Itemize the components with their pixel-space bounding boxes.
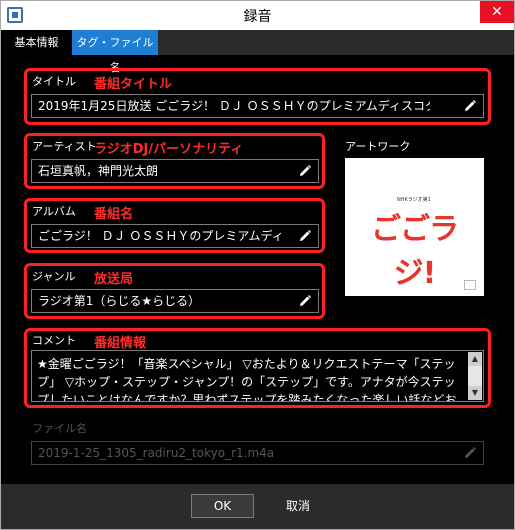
image-icon[interactable]	[464, 280, 476, 290]
artwork-logo: NHKラジオ第1 ごごラジ!	[351, 197, 478, 291]
artwork-image[interactable]: NHKラジオ第1 ごごラジ!	[345, 158, 484, 296]
pencil-icon[interactable]	[298, 229, 312, 243]
scroll-down-icon[interactable]: ▼	[468, 386, 482, 400]
artist-value: 石垣真帆，神門光太朗	[38, 164, 159, 178]
title-bar: 録音 ✕	[1, 1, 514, 30]
close-button[interactable]: ✕	[480, 1, 514, 23]
genre-input[interactable]: ラジオ第1（らじる★らじる）	[31, 289, 319, 313]
annotation-title: 番組タイトル	[94, 77, 173, 92]
pencil-icon[interactable]	[298, 164, 312, 178]
filename-value: 2019-1-25_1305_radiru2_tokyo_r1.m4a	[38, 446, 275, 460]
recording-dialog: 録音 ✕ 基本情報 タグ・ファイル名 タイトル 番組タイトル 2019年1月25…	[0, 0, 515, 530]
annotation-album: 番組名	[94, 207, 134, 222]
artist-input[interactable]: 石垣真帆，神門光太朗	[31, 159, 319, 183]
pencil-icon	[463, 446, 477, 460]
tab-tags-filename[interactable]: タグ・ファイル名	[72, 30, 158, 74]
genre-value: ラジオ第1（らじる★らじる）	[38, 294, 201, 308]
artwork-label: アートワーク	[345, 140, 411, 153]
title-label: タイトル	[32, 75, 76, 88]
comment-textarea[interactable]: ★金曜ごごラジ！「音楽スペシャル」 ▽おたより＆リクエストテーマ「ステップ」 ▽…	[31, 350, 484, 402]
cancel-button[interactable]: 取消	[273, 494, 323, 518]
annotation-comment: 番組情報	[94, 336, 147, 351]
comment-label: コメント	[32, 334, 76, 347]
annotation-artist: ラジオDJ/パーソナリティ	[94, 142, 244, 157]
genre-label: ジャンル	[32, 270, 76, 283]
artwork-logo-subtitle: NHKラジオ第1	[397, 197, 431, 203]
comment-value: ★金曜ごごラジ！「音楽スペシャル」 ▽おたより＆リクエストテーマ「ステップ」 ▽…	[37, 357, 457, 402]
artwork-logo-text: ごごラジ!	[371, 212, 459, 291]
artist-label: アーティスト	[32, 140, 97, 153]
scroll-up-icon[interactable]: ▲	[468, 352, 482, 366]
scrollbar-thumb[interactable]	[468, 366, 482, 386]
tab-bar: 基本情報 タグ・ファイル名	[1, 30, 514, 74]
filename-label: ファイル名	[32, 422, 87, 435]
title-value: 2019年1月25日放送 ごごラジ！ ＤＪ ＯＳＳＨＹのプレミアムディスコタイム	[38, 99, 430, 113]
tab-basic-info[interactable]: 基本情報	[1, 30, 72, 55]
album-value: ごごラジ！ ＤＪ ＯＳＳＨＹのプレミアムディスコ	[38, 229, 285, 243]
album-label: アルバム	[32, 205, 76, 218]
title-input[interactable]: 2019年1月25日放送 ごごラジ！ ＤＪ ＯＳＳＨＹのプレミアムディスコタイム	[31, 94, 484, 118]
pencil-icon[interactable]	[298, 294, 312, 308]
window-title: 録音	[243, 9, 272, 25]
pencil-icon[interactable]	[463, 99, 477, 113]
ok-button[interactable]: OK	[191, 494, 254, 518]
dialog-footer: OK 取消	[1, 484, 514, 529]
filename-input: 2019-1-25_1305_radiru2_tokyo_r1.m4a	[31, 441, 484, 465]
album-input[interactable]: ごごラジ！ ＤＪ ＯＳＳＨＹのプレミアムディスコ	[31, 224, 319, 248]
annotation-genre: 放送局	[94, 272, 134, 287]
